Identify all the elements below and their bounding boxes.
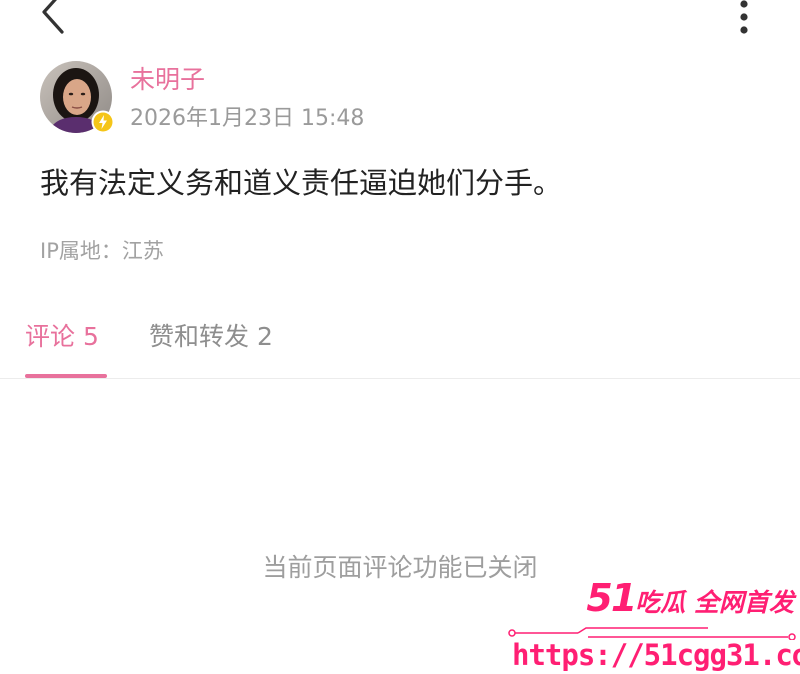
watermark-brand-text: 吃瓜 全网首发	[635, 588, 794, 617]
watermark-url: https://51cgg31.com	[512, 638, 800, 672]
lightning-badge-icon	[91, 110, 115, 134]
tab-comments[interactable]: 评论 5	[25, 320, 99, 354]
more-options-button[interactable]	[726, 0, 762, 36]
chevron-left-icon	[42, 0, 64, 34]
tabs-divider	[0, 378, 800, 379]
watermark: 51吃瓜 全网首发 https://51cgg31.com	[500, 576, 800, 674]
ip-location: IP属地：江苏	[40, 239, 164, 263]
watermark-brand: 51吃瓜 全网首发	[586, 576, 794, 620]
vertical-dots-icon	[740, 0, 748, 34]
post-content: 我有法定义务和道义责任逼迫她们分手。	[40, 166, 563, 200]
author-name[interactable]: 未明子	[130, 64, 205, 96]
watermark-brand-number: 51	[586, 576, 637, 620]
tab-likes-and-reposts[interactable]: 赞和转发 2	[149, 320, 273, 354]
back-button[interactable]	[30, 0, 80, 42]
post-timestamp: 2026年1月23日 15:48	[130, 106, 365, 131]
